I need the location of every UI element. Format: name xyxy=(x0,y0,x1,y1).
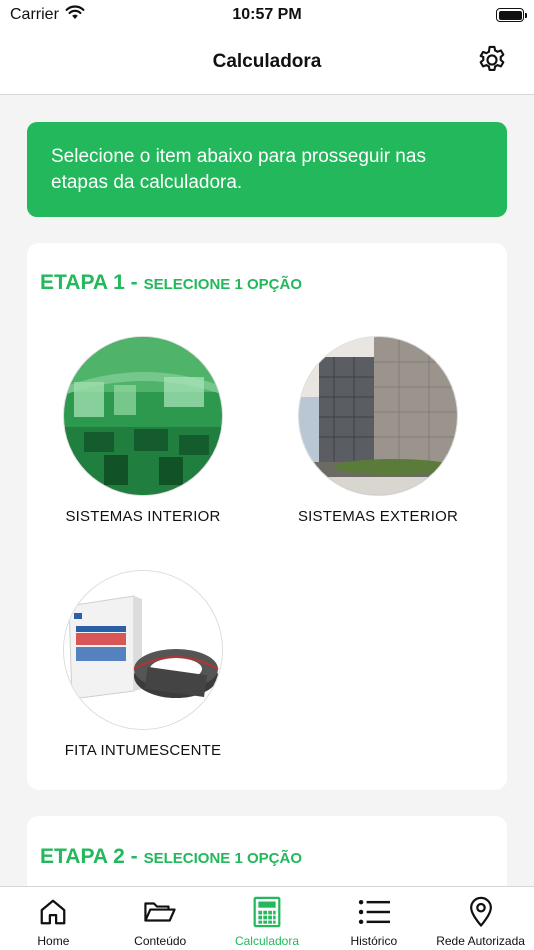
step-2-title: ETAPA 2 - xyxy=(40,845,138,868)
tab-calculadora[interactable]: Calculadora xyxy=(214,887,321,950)
app-screen: Carrier 10:57 PM Calculadora Selecione o… xyxy=(0,0,534,950)
status-left: Carrier xyxy=(10,5,190,25)
page-title: Calculadora xyxy=(212,51,322,72)
tab-label: Rede Autorizada xyxy=(436,934,525,948)
calculator-icon xyxy=(250,895,284,929)
option-label: FITA INTUMESCENTE xyxy=(64,742,222,759)
tab-conteudo[interactable]: Conteúdo xyxy=(107,887,214,950)
option-label: SISTEMAS INTERIOR xyxy=(65,508,221,525)
folder-open-icon xyxy=(143,895,177,929)
status-right xyxy=(344,8,527,22)
step-2-heading: ETAPA 2 - SELECIONE 1 OPÇÃO xyxy=(40,845,302,869)
tab-label: Histórico xyxy=(350,934,398,948)
wifi-icon xyxy=(65,5,85,25)
tab-historico[interactable]: Histórico xyxy=(320,887,427,950)
sistemas-interior-image xyxy=(63,336,223,496)
location-pin-icon xyxy=(464,895,498,929)
step-1-subtitle: SELECIONE 1 OPÇÃO xyxy=(143,276,302,293)
tab-rede-autorizada[interactable]: Rede Autorizada xyxy=(427,887,534,950)
instruction-banner: Selecione o item abaixo para prosseguir … xyxy=(27,122,507,217)
step-1-card: ETAPA 1 - SELECIONE 1 OPÇÃO SISTEMAS INT… xyxy=(27,243,507,790)
tab-home[interactable]: Home xyxy=(0,887,107,950)
list-icon xyxy=(357,895,391,929)
step-1-heading: ETAPA 1 - SELECIONE 1 OPÇÃO xyxy=(40,271,302,295)
status-bar: Carrier 10:57 PM xyxy=(0,0,534,30)
sistemas-exterior-image xyxy=(298,336,458,496)
option-sistemas-interior[interactable]: SISTEMAS INTERIOR xyxy=(33,336,253,525)
carrier-label: Carrier xyxy=(10,6,59,23)
tab-bar: Home Conteúdo Calculadora Histórico Rede… xyxy=(0,886,534,950)
option-fita-intumescente[interactable]: FITA INTUMESCENTE xyxy=(33,570,253,759)
gear-icon xyxy=(475,43,509,82)
nav-header: Calculadora xyxy=(0,30,534,95)
step-2-subtitle: SELECIONE 1 OPÇÃO xyxy=(143,850,302,867)
home-icon xyxy=(36,895,70,929)
tab-label: Home xyxy=(37,934,70,948)
option-label: SISTEMAS EXTERIOR xyxy=(297,508,459,525)
settings-button[interactable] xyxy=(474,44,510,80)
fita-intumescente-image xyxy=(63,570,223,730)
banner-text: Selecione o item abaixo para prosseguir … xyxy=(51,146,426,193)
battery-icon xyxy=(496,8,527,22)
status-time: 10:57 PM xyxy=(232,6,302,23)
tab-label: Calculadora xyxy=(234,934,300,948)
option-sistemas-exterior[interactable]: SISTEMAS EXTERIOR xyxy=(268,336,488,525)
tab-label: Conteúdo xyxy=(134,934,187,948)
step-1-title: ETAPA 1 - xyxy=(40,271,138,294)
